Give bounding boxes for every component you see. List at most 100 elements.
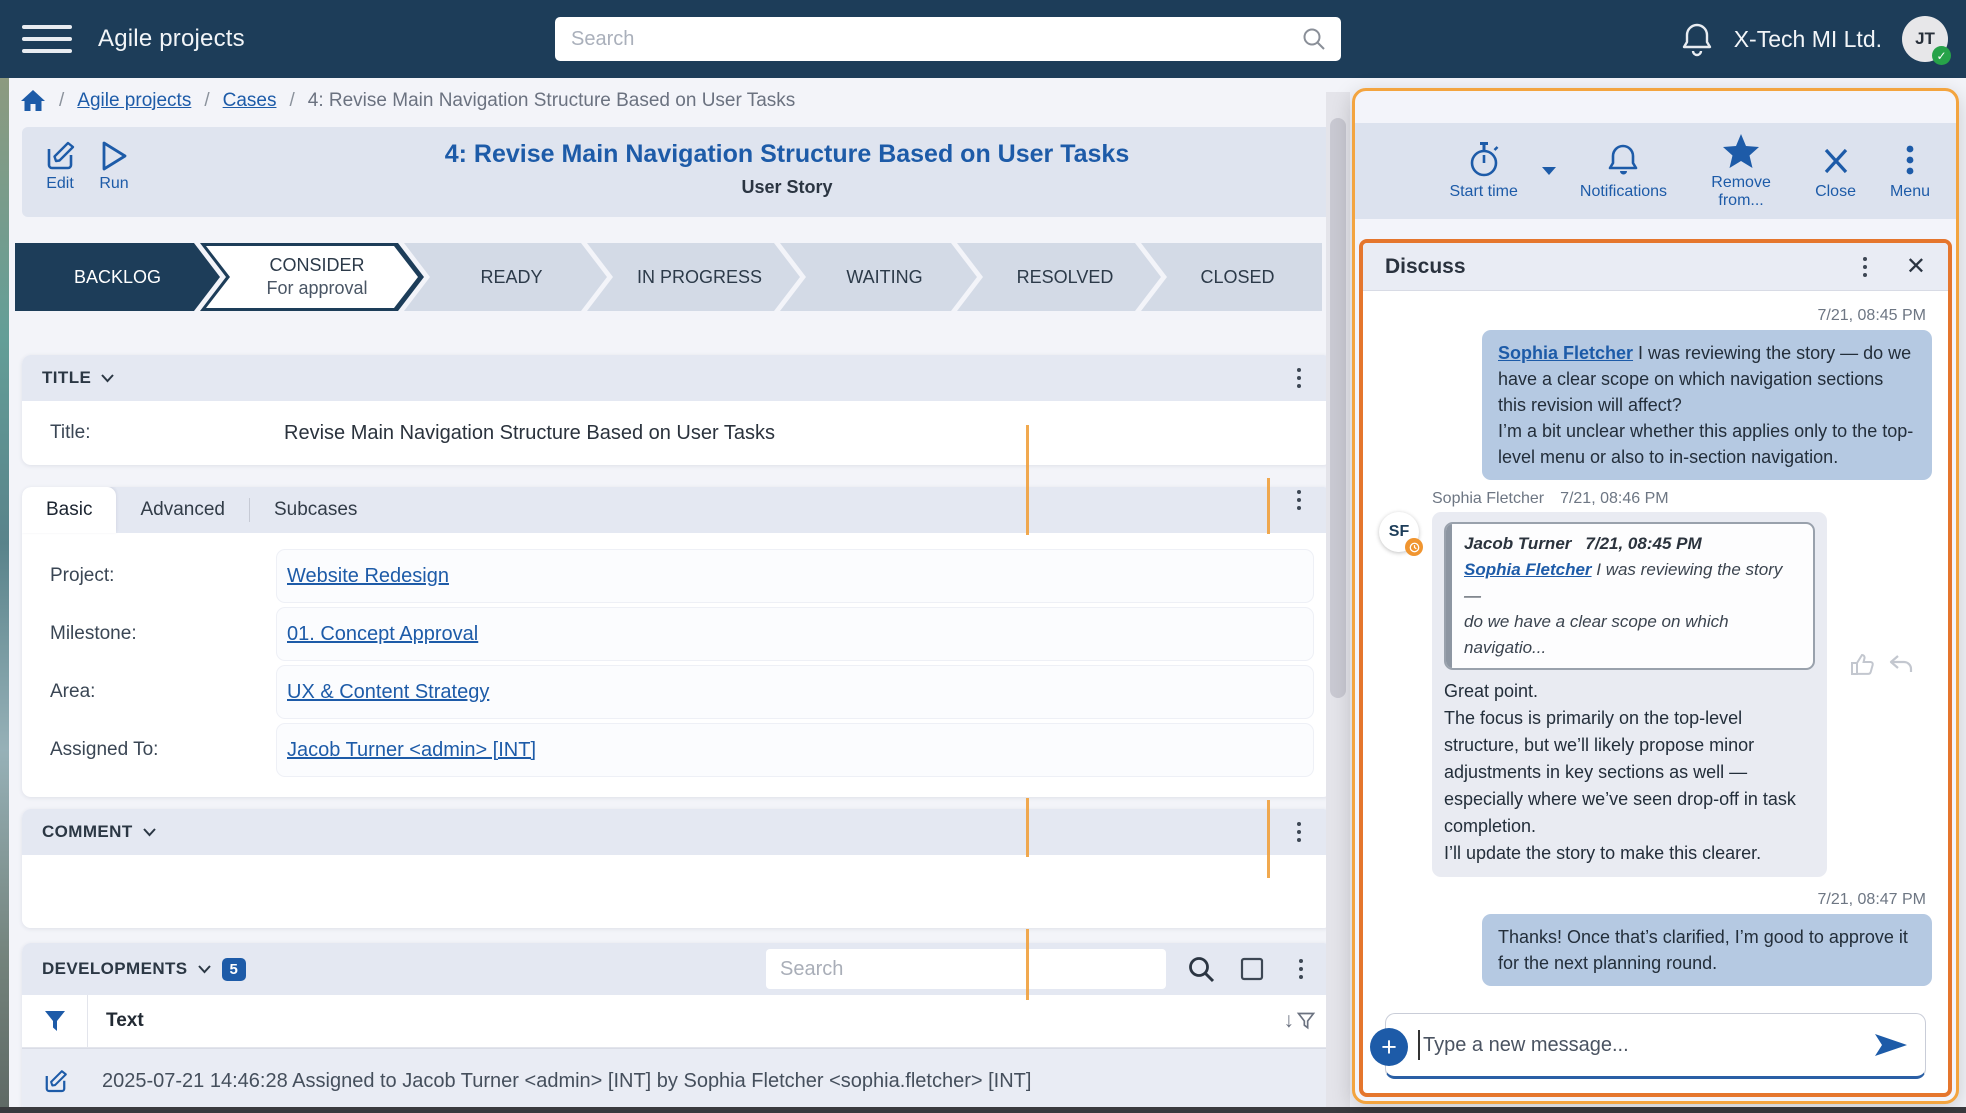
run-button[interactable]: Run <box>84 139 144 193</box>
menu-label: Menu <box>1890 183 1930 201</box>
sort-controls[interactable]: ↓ <box>1284 1009 1317 1033</box>
workflow-state-resolved[interactable]: RESOLVED <box>957 243 1161 311</box>
close-icon[interactable]: ✕ <box>1906 255 1926 279</box>
field-row-area: Area: UX & Content Strategy <box>22 663 1332 721</box>
message-meta: Sophia Fletcher 7/21, 08:46 PM <box>1432 490 1827 508</box>
menu-button[interactable]: Menu <box>1890 141 1930 201</box>
chat-message-input[interactable] <box>1420 1034 1873 1057</box>
orange-guide-line <box>1267 800 1270 878</box>
chevron-down-icon[interactable] <box>197 964 212 974</box>
remove-from-button[interactable]: Remove from... <box>1701 132 1781 210</box>
avatar[interactable]: SF <box>1379 512 1419 552</box>
workflow-state-closed[interactable]: CLOSED <box>1141 243 1322 311</box>
comment-section-header[interactable]: COMMENT <box>22 809 1332 855</box>
kebab-menu-icon[interactable] <box>1288 956 1314 982</box>
assigned-to-link[interactable]: Jacob Turner <admin> [INT] <box>287 739 536 762</box>
comment-section: COMMENT <box>22 809 1332 928</box>
tab-advanced[interactable]: Advanced <box>116 487 249 533</box>
field-value-pill: UX & Content Strategy <box>276 665 1314 719</box>
orange-guide-line <box>1026 798 1029 857</box>
discuss-title: Discuss <box>1385 255 1466 279</box>
workflow-state-waiting[interactable]: WAITING <box>780 243 977 311</box>
filter-funnel-cell[interactable] <box>22 995 88 1047</box>
area-link[interactable]: UX & Content Strategy <box>287 681 489 704</box>
entity-side-panel: Start time Notifications Remove from... … <box>1352 88 1959 1104</box>
message-timestamp: 7/21, 08:46 PM <box>1560 490 1669 508</box>
chat-input-bar: + <box>1385 1013 1926 1079</box>
state-label: READY <box>480 267 542 288</box>
kebab-menu-icon[interactable] <box>1852 254 1878 280</box>
project-link[interactable]: Website Redesign <box>287 565 449 588</box>
plus-icon[interactable]: + <box>1370 1028 1408 1066</box>
quote-text: Sophia Fletcher I was reviewing the stor… <box>1464 557 1801 661</box>
reply-icon[interactable] <box>1887 650 1915 678</box>
title-field-value[interactable]: Revise Main Navigation Structure Based o… <box>284 422 775 445</box>
workflow-state-in-progress[interactable]: IN PROGRESS <box>587 243 800 311</box>
quote-author: Jacob Turner <box>1464 531 1571 557</box>
home-icon[interactable] <box>20 89 46 113</box>
edit-icon <box>43 139 77 173</box>
developments-search <box>766 949 1166 989</box>
chat-thread: 7/21, 08:45 PM Sophia Fletcher I was rev… <box>1363 291 1948 1093</box>
column-header-text[interactable]: Text <box>106 1010 144 1032</box>
edit-button[interactable]: Edit <box>30 139 90 193</box>
kebab-menu-icon[interactable] <box>1286 365 1312 391</box>
message-reactions <box>1849 650 1915 678</box>
details-section: Basic Advanced Subcases Project: Website… <box>22 487 1332 797</box>
start-time-button[interactable]: Start time <box>1449 141 1517 201</box>
orange-guide-line <box>1026 929 1029 1000</box>
search-icon[interactable] <box>1186 954 1216 984</box>
message-bubble[interactable]: Thanks! Once that’s clarified, I’m good … <box>1482 914 1932 986</box>
avatar[interactable]: JT ✓ <box>1902 16 1948 62</box>
details-fields: Project: Website Redesign Milestone: 01.… <box>22 533 1332 779</box>
company-name[interactable]: X-Tech MI Ltd. <box>1734 26 1882 53</box>
quoted-message[interactable]: Jacob Turner 7/21, 08:45 PM Sophia Fletc… <box>1444 522 1815 670</box>
message-author[interactable]: Sophia Fletcher <box>1432 490 1544 508</box>
scrollbar-thumb[interactable] <box>1330 118 1346 698</box>
milestone-link[interactable]: 01. Concept Approval <box>287 623 478 646</box>
table-row[interactable]: 2025-07-21 14:46:28 Assigned to Jacob Tu… <box>22 1048 1332 1113</box>
row-edit-cell[interactable] <box>22 1068 88 1095</box>
notifications-button[interactable]: Notifications <box>1580 141 1667 201</box>
kebab-menu-icon[interactable] <box>1286 819 1312 845</box>
workflow-state-consider[interactable]: CONSIDER For approval <box>200 243 424 311</box>
breadcrumb-separator: / <box>59 90 64 112</box>
mention-link[interactable]: Sophia Fletcher <box>1464 560 1592 579</box>
global-search-input[interactable] <box>555 28 1301 51</box>
global-search <box>555 17 1341 61</box>
thumbs-up-icon[interactable] <box>1849 650 1877 678</box>
page-scrollbar[interactable] <box>1326 92 1350 1108</box>
chevron-down-icon <box>100 373 115 383</box>
workflow-state-ready[interactable]: READY <box>404 243 607 311</box>
mention-link[interactable]: Sophia Fletcher <box>1498 343 1633 363</box>
developments-search-input[interactable] <box>766 949 1166 989</box>
caret-down-icon[interactable] <box>1540 165 1558 177</box>
field-label: Assigned To: <box>50 739 158 761</box>
message-bubble[interactable]: Jacob Turner 7/21, 08:45 PM Sophia Fletc… <box>1432 512 1827 877</box>
breadcrumb-link-cases[interactable]: Cases <box>223 90 277 112</box>
field-row-assigned-to: Assigned To: Jacob Turner <admin> [INT] <box>22 721 1332 779</box>
edit-label: Edit <box>46 175 74 192</box>
remove-from-label: Remove from... <box>1701 174 1781 210</box>
tab-subcases[interactable]: Subcases <box>250 487 381 533</box>
message-bubble[interactable]: Sophia Fletcher I was reviewing the stor… <box>1482 330 1932 480</box>
state-sublabel: For approval <box>266 278 367 299</box>
workflow-state-backlog[interactable]: BACKLOG <box>15 243 220 311</box>
tab-basic[interactable]: Basic <box>22 487 116 533</box>
breadcrumb-link-agile-projects[interactable]: Agile projects <box>77 90 191 112</box>
send-button[interactable] <box>1873 1030 1909 1060</box>
message-text: I’m a bit unclear whether this applies o… <box>1498 421 1913 467</box>
select-square-icon[interactable] <box>1240 957 1264 981</box>
search-icon[interactable] <box>1301 26 1327 52</box>
close-panel-button[interactable]: Close <box>1815 141 1856 201</box>
kebab-menu-icon[interactable] <box>1286 487 1312 513</box>
discuss-header: Discuss ✕ <box>1363 243 1948 291</box>
title-section-header[interactable]: TITLE <box>22 355 1332 401</box>
side-panel-toolbar: Start time Notifications Remove from... … <box>1355 123 1956 219</box>
state-label: CONSIDER <box>269 255 364 276</box>
star-icon <box>1721 132 1761 170</box>
kebab-menu-icon <box>1904 141 1916 179</box>
hamburger-icon[interactable] <box>22 19 76 59</box>
bell-icon[interactable] <box>1680 21 1714 57</box>
comment-body-empty[interactable] <box>22 855 1332 928</box>
